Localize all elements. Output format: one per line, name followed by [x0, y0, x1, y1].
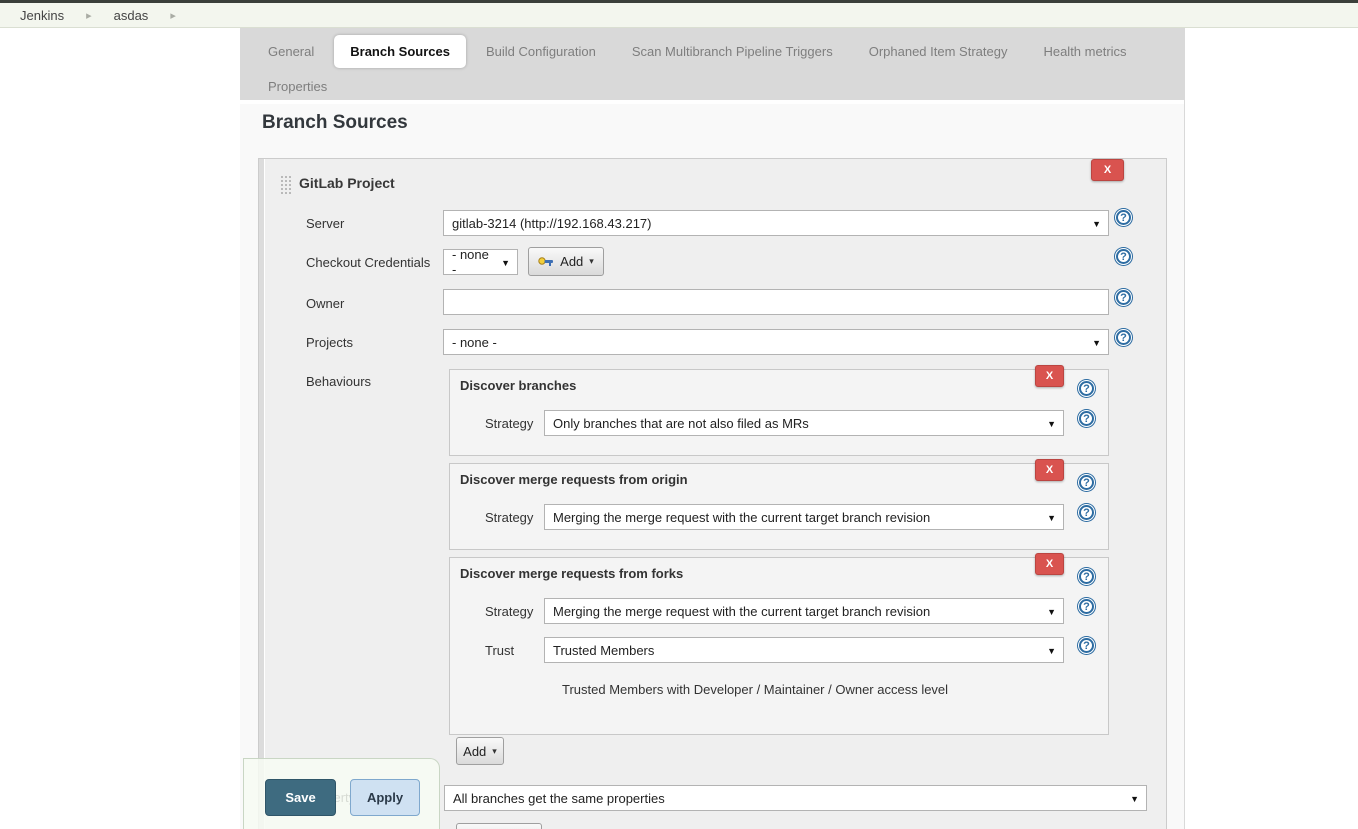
behaviour-discover-mr-origin: Discover merge requests from origin X ? … [449, 463, 1109, 550]
checkout-credentials-value: - none - [452, 247, 493, 277]
chevron-down-icon: ▼ [1047, 607, 1056, 617]
config-tabbar: General Branch Sources Build Configurati… [240, 28, 1184, 100]
add-credentials-button[interactable]: Add ▾ [528, 247, 604, 276]
config-main-column: General Branch Sources Build Configurati… [240, 28, 1185, 829]
chevron-down-icon: ▼ [1092, 219, 1101, 229]
apply-button[interactable]: Apply [350, 779, 420, 816]
behaviour-help-icon[interactable]: ? [1079, 569, 1094, 584]
tab-health-metrics[interactable]: Health metrics [1027, 35, 1142, 68]
tab-orphaned-item-strategy[interactable]: Orphaned Item Strategy [853, 35, 1024, 68]
server-select[interactable]: gitlab-3214 (http://192.168.43.217) ▼ [443, 210, 1109, 236]
strategy-help-icon[interactable]: ? [1079, 411, 1094, 426]
trust-help-icon[interactable]: ? [1079, 638, 1094, 653]
checkout-credentials-help-icon[interactable]: ? [1116, 249, 1131, 264]
chevron-down-icon: ▼ [501, 258, 510, 268]
strategy-select-value: Only branches that are not also filed as… [553, 416, 809, 431]
add-credentials-label: Add [560, 254, 583, 269]
save-apply-panel: Save Apply [243, 758, 440, 829]
behaviour-title: Discover merge requests from forks [460, 566, 683, 581]
page-title: Branch Sources [262, 112, 408, 134]
trust-description: Trusted Members with Developer / Maintai… [562, 682, 948, 697]
chevron-down-icon: ▼ [1047, 513, 1056, 523]
owner-help-icon[interactable]: ? [1116, 290, 1131, 305]
chevron-down-icon: ▼ [1047, 419, 1056, 429]
strategy-select-value: Merging the merge request with the curre… [553, 510, 930, 525]
strategy-label: Strategy [485, 510, 533, 525]
strategy-help-icon[interactable]: ? [1079, 505, 1094, 520]
remove-source-button[interactable]: X [1091, 159, 1124, 181]
breadcrumb-jenkins-link[interactable]: Jenkins [20, 8, 64, 23]
remove-behaviour-button[interactable]: X [1035, 459, 1064, 481]
trust-label: Trust [485, 643, 514, 658]
checkout-credentials-label: Checkout Credentials [306, 255, 430, 270]
behaviour-discover-mr-forks: Discover merge requests from forks X ? S… [449, 557, 1109, 735]
strategy-select-value: Merging the merge request with the curre… [553, 604, 930, 619]
property-strategy-select[interactable]: All branches get the same properties ▼ [444, 785, 1147, 811]
breadcrumb-arrow-icon: ▸ [170, 9, 176, 22]
breadcrumb-project-link[interactable]: asdas [114, 8, 149, 23]
trust-select-value: Trusted Members [553, 643, 654, 658]
breadcrumb-arrow-icon: ▸ [86, 9, 92, 22]
projects-help-icon[interactable]: ? [1116, 330, 1131, 345]
checkout-credentials-select[interactable]: - none - ▼ [443, 249, 518, 275]
strategy-select[interactable]: Merging the merge request with the curre… [544, 504, 1064, 530]
strategy-select[interactable]: Only branches that are not also filed as… [544, 410, 1064, 436]
drag-handle-icon[interactable] [280, 175, 293, 194]
strategy-label: Strategy [485, 416, 533, 431]
server-select-value: gitlab-3214 (http://192.168.43.217) [452, 216, 651, 231]
remove-behaviour-button[interactable]: X [1035, 553, 1064, 575]
gitlab-project-panel: GitLab Project X Server gitlab-3214 (htt… [258, 158, 1167, 829]
drag-strip[interactable] [259, 159, 265, 829]
tab-general[interactable]: General [252, 35, 330, 68]
tab-content: Branch Sources GitLab Project X Server g… [240, 100, 1184, 829]
key-icon [538, 257, 554, 267]
behaviours-label: Behaviours [306, 374, 371, 389]
chevron-down-icon: ▾ [492, 746, 497, 757]
breadcrumb: Jenkins ▸ asdas ▸ [0, 3, 1358, 28]
tab-branch-sources[interactable]: Branch Sources [334, 35, 466, 68]
behaviours-list: Discover branches X ? Strategy Only bran… [449, 369, 1109, 789]
tab-build-configuration[interactable]: Build Configuration [470, 35, 612, 68]
chevron-down-icon: ▼ [1047, 646, 1056, 656]
behaviour-title: Discover branches [460, 378, 576, 393]
owner-input[interactable] [443, 289, 1109, 315]
tab-scan-multibranch-pipeline-triggers[interactable]: Scan Multibranch Pipeline Triggers [616, 35, 849, 68]
behaviour-discover-branches: Discover branches X ? Strategy Only bran… [449, 369, 1109, 456]
strategy-select[interactable]: Merging the merge request with the curre… [544, 598, 1064, 624]
strategy-label: Strategy [485, 604, 533, 619]
add-behaviour-button[interactable]: Add ▾ [456, 737, 504, 765]
owner-label: Owner [306, 296, 344, 311]
add-property-button-partial[interactable] [456, 823, 542, 829]
behaviour-title: Discover merge requests from origin [460, 472, 688, 487]
chevron-down-icon: ▼ [1130, 794, 1139, 804]
property-strategy-value: All branches get the same properties [453, 791, 665, 806]
remove-behaviour-button[interactable]: X [1035, 365, 1064, 387]
jenkins-config-page: Jenkins ▸ asdas ▸ General Branch Sources… [0, 0, 1358, 829]
chevron-down-icon: ▾ [589, 256, 594, 267]
projects-select[interactable]: - none - ▼ [443, 329, 1109, 355]
behaviour-help-icon[interactable]: ? [1079, 475, 1094, 490]
projects-select-value: - none - [452, 335, 497, 350]
save-button[interactable]: Save [265, 779, 336, 816]
source-panel-title: GitLab Project [299, 175, 395, 191]
chevron-down-icon: ▼ [1092, 338, 1101, 348]
server-help-icon[interactable]: ? [1116, 210, 1131, 225]
tab-properties[interactable]: Properties [252, 70, 343, 103]
strategy-help-icon[interactable]: ? [1079, 599, 1094, 614]
behaviour-help-icon[interactable]: ? [1079, 381, 1094, 396]
trust-select[interactable]: Trusted Members ▼ [544, 637, 1064, 663]
server-label: Server [306, 216, 344, 231]
add-behaviour-label: Add [463, 744, 486, 759]
projects-label: Projects [306, 335, 353, 350]
